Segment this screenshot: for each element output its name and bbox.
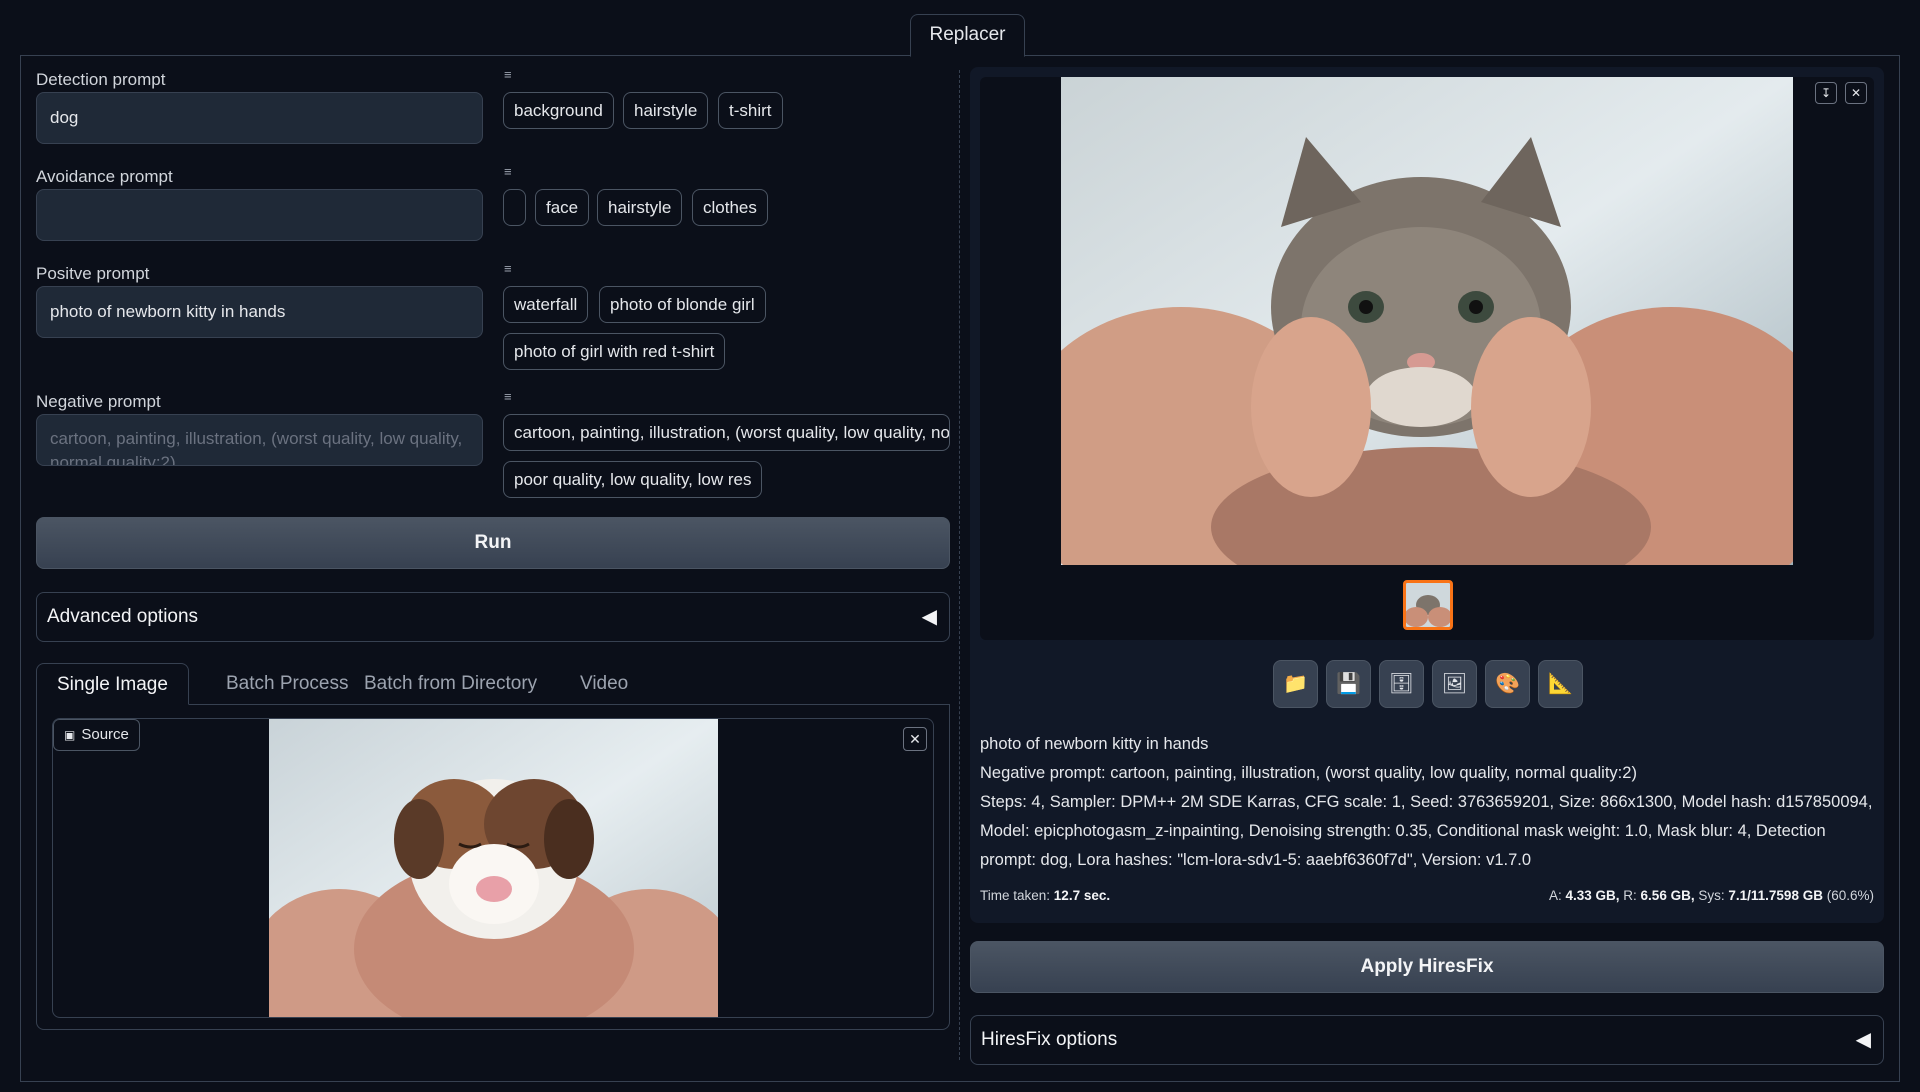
negative-menu-icon[interactable]: ≡ <box>504 390 518 403</box>
info-negative-prompt: Negative prompt: cartoon, painting, illu… <box>980 764 1637 782</box>
hiresfix-options-accordion[interactable]: HiresFix options ◀ <box>970 1015 1884 1065</box>
avoidance-chip-hairstyle[interactable]: hairstyle <box>597 189 683 226</box>
detection-menu-icon[interactable]: ≡ <box>504 68 518 81</box>
image-icon[interactable]: 🖼 <box>1432 660 1477 708</box>
negative-prompt-input[interactable]: cartoon, painting, illustration, (worst … <box>36 414 483 466</box>
apply-hiresfix-button[interactable]: Apply HiresFix <box>970 941 1884 993</box>
positive-prompt-input[interactable]: photo of newborn kitty in hands <box>36 286 483 338</box>
source-clear-close-icon[interactable]: ✕ <box>903 727 927 751</box>
download-icon[interactable]: ↧ <box>1815 82 1837 104</box>
avoidance-prompt-input[interactable] <box>36 189 483 241</box>
source-image-dropzone[interactable]: ▣ Source ✕ <box>52 718 934 1018</box>
advanced-options-label: Advanced options <box>47 606 199 627</box>
avoidance-menu-icon[interactable]: ≡ <box>504 165 518 178</box>
detection-chip-hairstyle[interactable]: hairstyle <box>623 92 709 129</box>
thumbnail-image <box>1406 583 1450 627</box>
detection-prompt-label: Detection prompt <box>36 70 166 89</box>
positive-chip-waterfall[interactable]: waterfall <box>503 286 589 323</box>
detection-chip-tshirt[interactable]: t-shirt <box>718 92 783 129</box>
hiresfix-options-label: HiresFix options <box>981 1029 1118 1050</box>
ruler-icon[interactable]: 📐 <box>1538 660 1583 708</box>
save-icon[interactable]: 💾 <box>1326 660 1371 708</box>
image-icon: ▣ <box>64 728 76 742</box>
detection-chip-background[interactable]: background <box>503 92 614 129</box>
positive-menu-icon[interactable]: ≡ <box>504 262 518 275</box>
positive-prompt-label: Positve prompt <box>36 264 150 283</box>
gallery-thumbnail[interactable] <box>1403 580 1453 630</box>
output-image-kitten[interactable] <box>1061 77 1793 565</box>
time-taken-value: 12.7 sec. <box>1053 888 1111 903</box>
tab-batch-from-directory[interactable]: Batch from Directory <box>344 663 557 705</box>
tab-video[interactable]: Video <box>560 663 648 705</box>
advanced-options-accordion[interactable]: Advanced options ◀ <box>36 592 950 642</box>
collapse-triangle-icon: ◀ <box>1855 1029 1871 1051</box>
source-label: ▣ Source <box>53 719 140 751</box>
avoidance-chip-empty[interactable] <box>503 189 526 226</box>
info-parameters: Steps: 4, Sampler: DPM++ 2M SDE Karras, … <box>980 793 1873 869</box>
positive-chip-red-tshirt[interactable]: photo of girl with red t-shirt <box>503 333 726 370</box>
negative-chip-quality[interactable]: cartoon, painting, illustration, (worst … <box>503 414 950 451</box>
info-prompt: photo of newborn kitty in hands <box>980 735 1209 753</box>
collapse-triangle-icon: ◀ <box>921 606 937 628</box>
column-divider <box>959 70 960 1060</box>
time-taken-label: Time taken: <box>980 888 1051 903</box>
negative-prompt-label: Negative prompt <box>36 392 161 411</box>
run-button[interactable]: Run <box>36 517 950 569</box>
positive-chip-blonde-girl[interactable]: photo of blonde girl <box>599 286 766 323</box>
zip-icon[interactable]: 🗄 <box>1379 660 1424 708</box>
avoidance-chip-face[interactable]: face <box>535 189 590 226</box>
detection-prompt-input[interactable]: dog <box>36 92 483 144</box>
avoidance-prompt-label: Avoidance prompt <box>36 167 173 186</box>
avoidance-chip-clothes[interactable]: clothes <box>692 189 768 226</box>
source-image-puppy <box>269 719 718 1017</box>
memory-info: A: 4.33 GB, R: 6.56 GB, Sys: 7.1/11.7598… <box>1548 888 1874 903</box>
folder-icon[interactable]: 📁 <box>1273 660 1318 708</box>
negative-chip-poor-quality[interactable]: poor quality, low quality, low res <box>503 461 763 498</box>
generation-info: photo of newborn kitty in hands Negative… <box>980 730 1880 875</box>
performance-info: Time taken: 12.7 sec. A: 4.33 GB, R: 6.5… <box>980 888 1874 903</box>
input-mode-tabs: Single Image Batch Process Batch from Di… <box>36 663 950 705</box>
gallery-close-icon[interactable]: ✕ <box>1845 82 1867 104</box>
tab-replacer[interactable]: Replacer <box>910 14 1025 57</box>
palette-icon[interactable]: 🎨 <box>1485 660 1530 708</box>
tab-single-image[interactable]: Single Image <box>36 663 189 705</box>
